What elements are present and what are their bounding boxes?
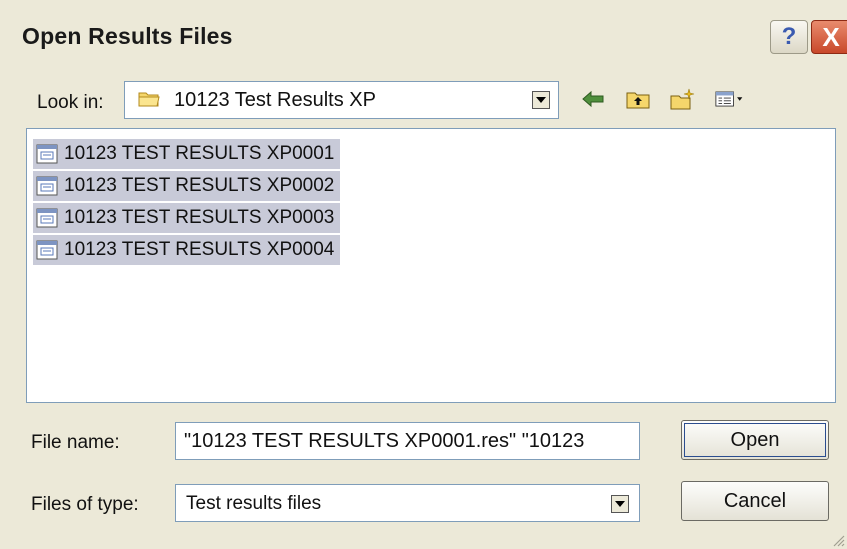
- file-label: 10123 TEST RESULTS XP0002: [64, 175, 335, 196]
- results-file-icon: [36, 144, 58, 164]
- open-results-dialog: Open Results Files ? X Look in: 10123 Te…: [0, 0, 847, 549]
- close-button[interactable]: X: [811, 20, 847, 54]
- up-folder-icon[interactable]: [623, 85, 653, 113]
- help-button[interactable]: ?: [770, 20, 808, 54]
- back-arrow-icon[interactable]: [578, 85, 608, 113]
- file-label: 10123 TEST RESULTS XP0001: [64, 143, 335, 164]
- folder-icon: [138, 92, 160, 107]
- chevron-down-icon[interactable]: [532, 91, 550, 109]
- file-label: 10123 TEST RESULTS XP0003: [64, 207, 335, 228]
- file-type-label: Files of type:: [31, 494, 139, 515]
- title-bar[interactable]: Open Results Files ? X: [0, 0, 847, 70]
- results-file-icon: [36, 208, 58, 228]
- results-file-icon: [36, 240, 58, 260]
- dialog-title: Open Results Files: [22, 23, 233, 49]
- results-file-icon: [36, 176, 58, 196]
- open-button[interactable]: Open: [681, 420, 829, 460]
- file-type-value: Test results files: [186, 493, 322, 514]
- file-item[interactable]: 10123 TEST RESULTS XP0004: [33, 235, 341, 265]
- view-menu-icon[interactable]: [715, 85, 745, 113]
- file-list[interactable]: 10123 TEST RESULTS XP0001 10123 TEST RES…: [26, 128, 836, 403]
- file-label: 10123 TEST RESULTS XP0004: [64, 239, 335, 260]
- file-item[interactable]: 10123 TEST RESULTS XP0001: [33, 139, 341, 169]
- file-type-dropdown[interactable]: Test results files: [175, 484, 640, 522]
- file-name-input[interactable]: [175, 422, 640, 460]
- file-name-label: File name:: [31, 432, 120, 453]
- new-folder-icon[interactable]: [668, 85, 698, 113]
- look-in-dropdown[interactable]: 10123 Test Results XP: [124, 81, 559, 119]
- file-item[interactable]: 10123 TEST RESULTS XP0003: [33, 203, 341, 233]
- chevron-down-icon[interactable]: [611, 495, 629, 513]
- file-item[interactable]: 10123 TEST RESULTS XP0002: [33, 171, 341, 201]
- look-in-value: 10123 Test Results XP: [174, 89, 376, 111]
- cancel-button[interactable]: Cancel: [681, 481, 829, 521]
- look-in-label: Look in:: [37, 92, 104, 113]
- resize-grip-icon[interactable]: [831, 533, 845, 547]
